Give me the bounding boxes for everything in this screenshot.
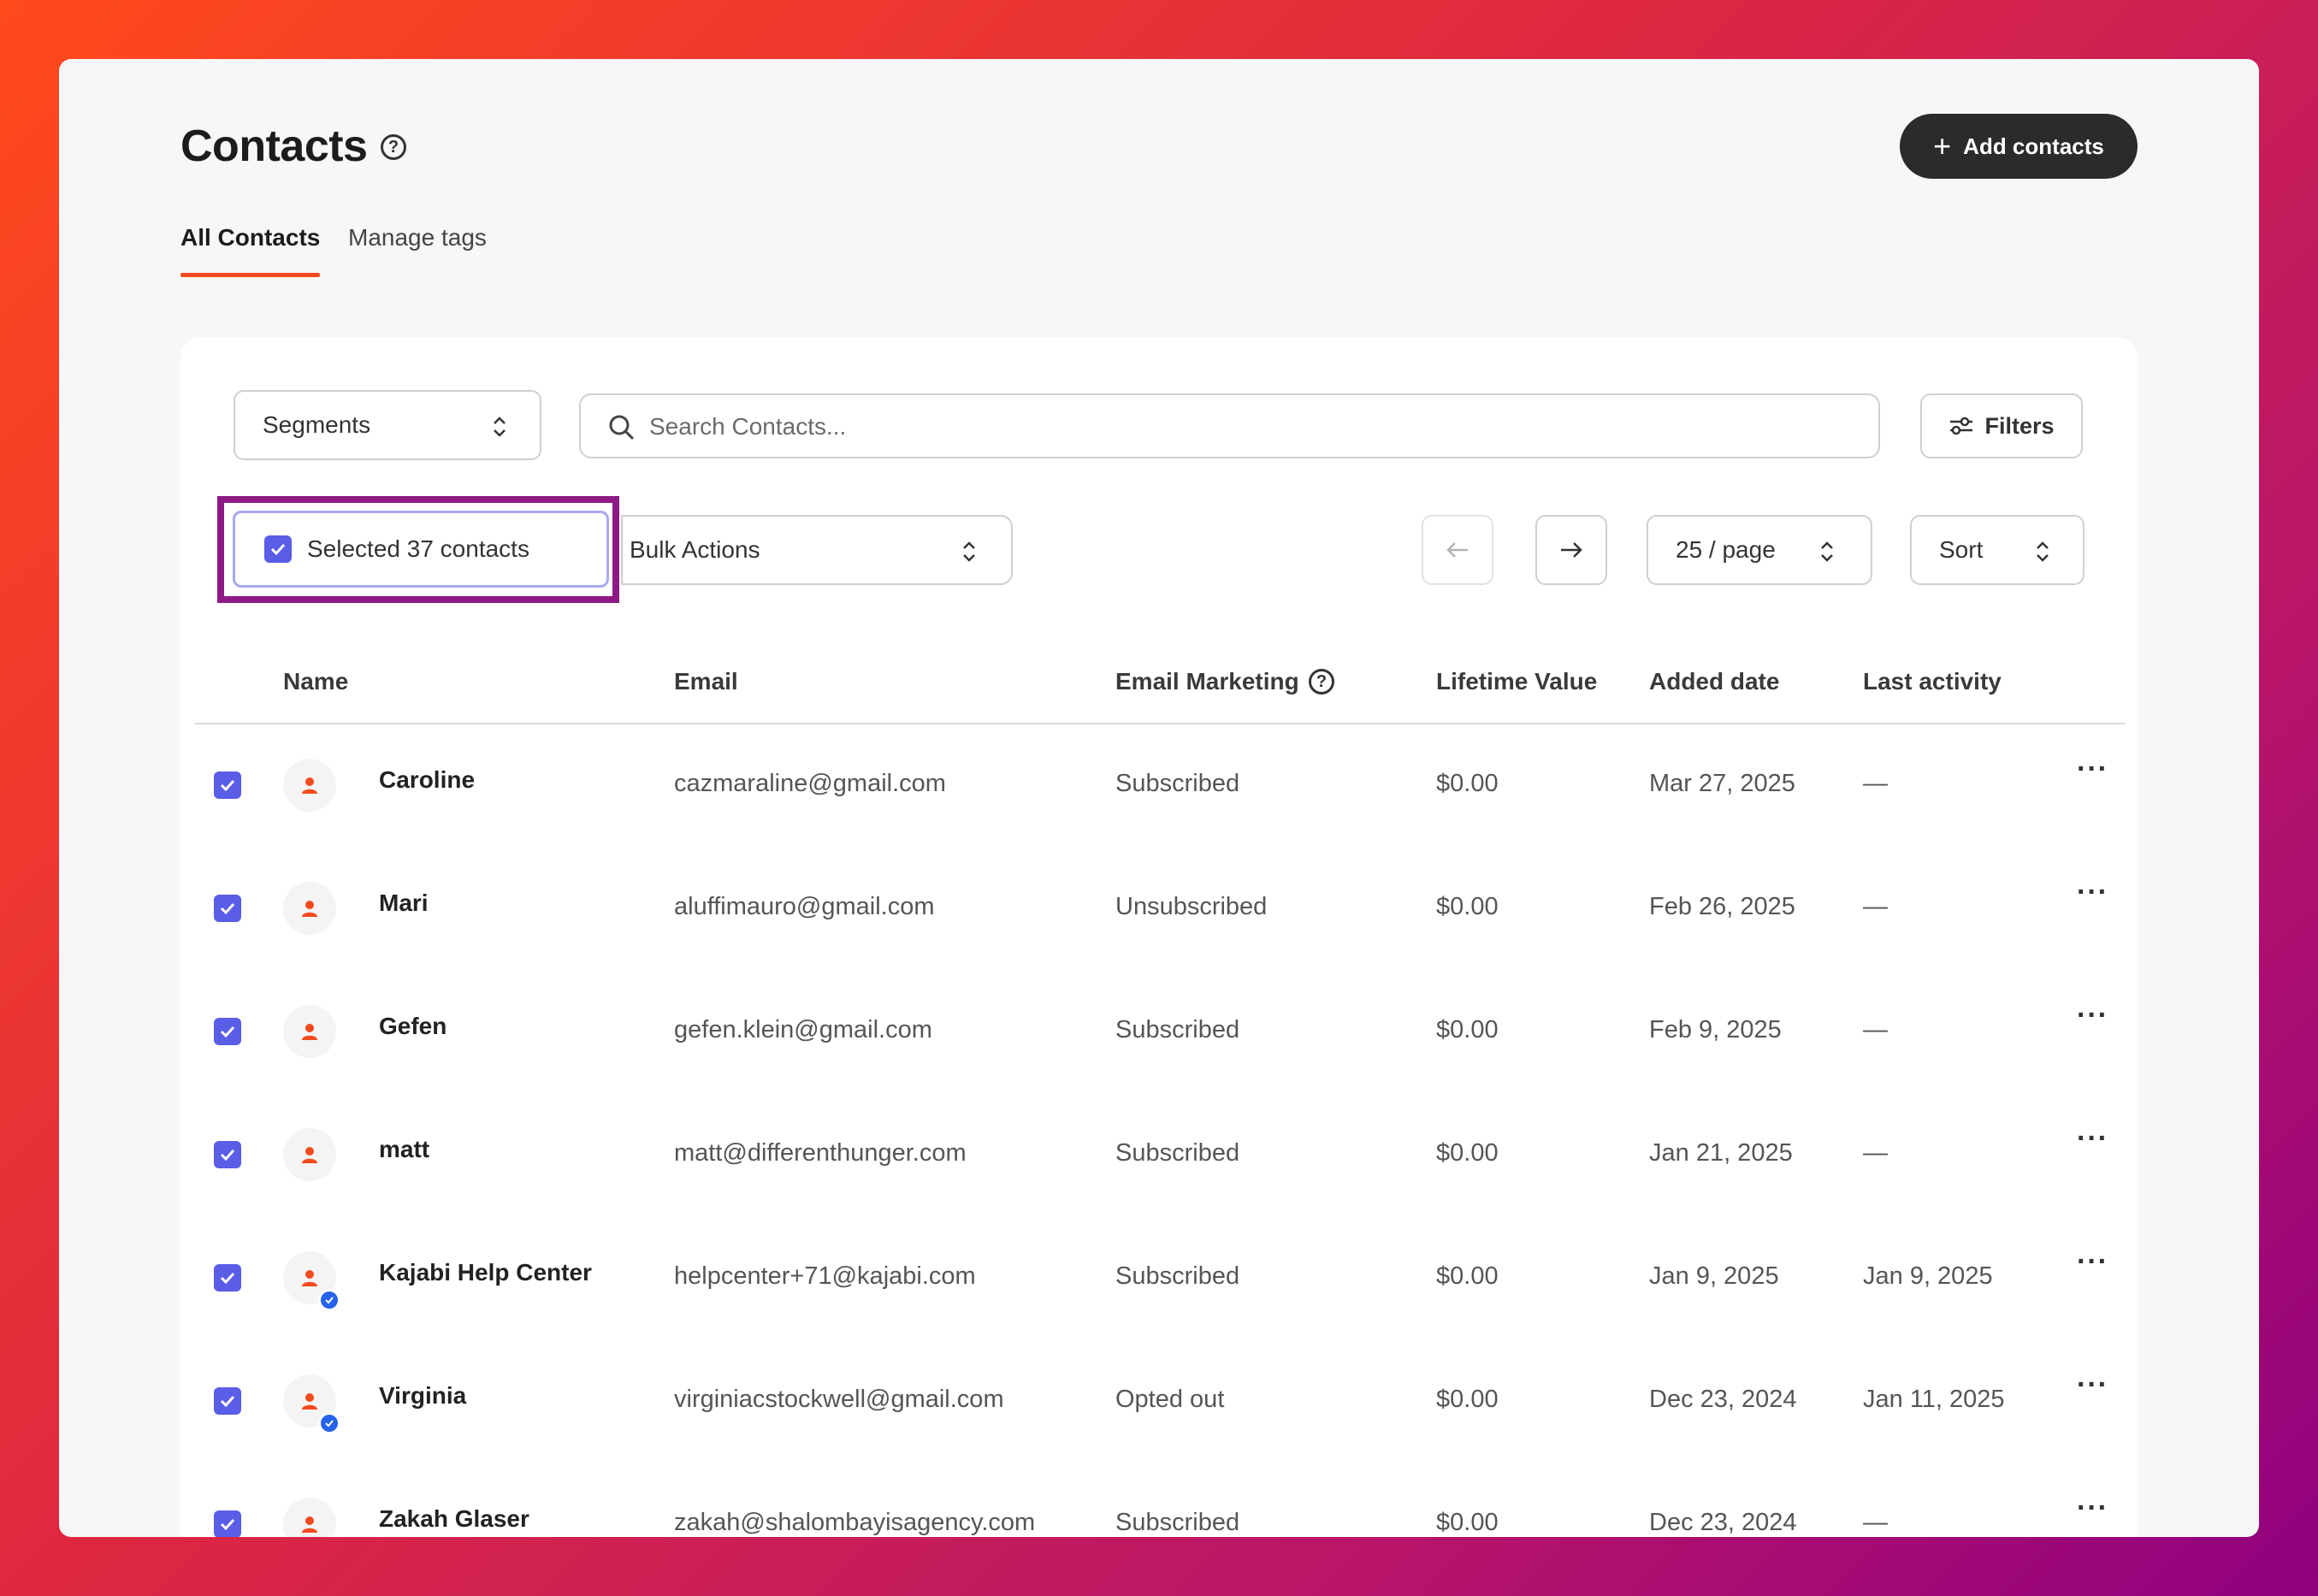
avatar <box>283 759 336 812</box>
contact-lifetime-value: $0.00 <box>1436 1262 1499 1290</box>
contact-marketing-status: Subscribed <box>1115 1139 1240 1167</box>
check-icon <box>220 779 235 792</box>
contact-name[interactable]: Zakah Glaser <box>379 1505 529 1533</box>
contact-name[interactable]: Mari <box>379 890 429 917</box>
contact-name[interactable]: Caroline <box>379 766 475 794</box>
row-checkbox[interactable] <box>214 1264 241 1292</box>
avatar <box>283 1498 336 1537</box>
check-icon <box>220 1518 235 1531</box>
check-icon <box>220 1272 235 1285</box>
avatar <box>283 882 336 935</box>
avatar <box>283 1128 336 1181</box>
contact-added-date: Jan 9, 2025 <box>1649 1262 1779 1290</box>
row-checkbox[interactable] <box>214 1018 241 1045</box>
person-icon <box>302 777 317 794</box>
contact-email: zakah@shalombayisagency.com <box>674 1509 1036 1536</box>
more-options-icon[interactable]: ··· <box>2077 876 2108 909</box>
table-row[interactable]: Zakah Glaser zakah@shalombayisagency.com… <box>59 1492 2259 1537</box>
contact-marketing-status: Subscribed <box>1115 770 1240 797</box>
check-icon <box>220 902 235 915</box>
person-icon <box>302 1024 317 1040</box>
contact-lifetime-value: $0.00 <box>1436 770 1499 797</box>
contact-marketing-status: Subscribed <box>1115 1016 1240 1043</box>
table-row[interactable]: Kajabi Help Center helpcenter+71@kajabi.… <box>59 1245 2259 1368</box>
contact-added-date: Jan 21, 2025 <box>1649 1139 1793 1167</box>
row-checkbox[interactable] <box>214 1387 241 1415</box>
contact-email: helpcenter+71@kajabi.com <box>674 1262 976 1290</box>
check-icon <box>220 1149 235 1162</box>
contact-email: aluffimauro@gmail.com <box>674 893 935 920</box>
person-icon <box>302 1147 317 1163</box>
row-checkbox[interactable] <box>214 771 241 799</box>
contact-email: cazmaraline@gmail.com <box>674 770 946 797</box>
contact-last-activity: — <box>1863 1509 1888 1536</box>
check-icon <box>220 1026 235 1038</box>
contact-lifetime-value: $0.00 <box>1436 1016 1499 1043</box>
verified-badge-icon <box>318 1412 340 1434</box>
contact-last-activity: — <box>1863 770 1888 797</box>
contact-name[interactable]: Gefen <box>379 1013 446 1040</box>
contact-last-activity: Jan 9, 2025 <box>1863 1262 1993 1290</box>
table-row[interactable]: Gefen gefen.klein@gmail.com Subscribed $… <box>59 999 2259 1122</box>
row-checkbox[interactable] <box>214 1141 241 1168</box>
more-options-icon[interactable]: ··· <box>2077 1368 2108 1402</box>
contact-marketing-status: Subscribed <box>1115 1509 1240 1536</box>
contact-name[interactable]: Virginia <box>379 1382 466 1410</box>
more-options-icon[interactable]: ··· <box>2077 753 2108 786</box>
contact-added-date: Dec 23, 2024 <box>1649 1509 1797 1536</box>
verified-badge-icon <box>318 1289 340 1311</box>
more-options-icon[interactable]: ··· <box>2077 1122 2108 1156</box>
contact-added-date: Feb 26, 2025 <box>1649 893 1795 920</box>
person-icon <box>302 1270 317 1286</box>
contact-added-date: Mar 27, 2025 <box>1649 770 1795 797</box>
person-icon <box>302 1393 317 1410</box>
person-icon <box>302 1516 317 1533</box>
contact-email: gefen.klein@gmail.com <box>674 1016 932 1043</box>
contact-lifetime-value: $0.00 <box>1436 1139 1499 1167</box>
contact-lifetime-value: $0.00 <box>1436 893 1499 920</box>
person-icon <box>302 901 317 917</box>
more-options-icon[interactable]: ··· <box>2077 1245 2108 1279</box>
contact-last-activity: — <box>1863 1139 1888 1167</box>
table-row[interactable]: Caroline cazmaraline@gmail.com Subscribe… <box>59 753 2259 876</box>
contact-lifetime-value: $0.00 <box>1436 1386 1499 1413</box>
more-options-icon[interactable]: ··· <box>2077 999 2108 1032</box>
contact-added-date: Feb 9, 2025 <box>1649 1016 1782 1043</box>
contact-lifetime-value: $0.00 <box>1436 1509 1499 1536</box>
contact-email: virginiacstockwell@gmail.com <box>674 1386 1004 1413</box>
contact-marketing-status: Opted out <box>1115 1386 1225 1413</box>
contact-last-activity: Jan 11, 2025 <box>1863 1386 2005 1413</box>
avatar <box>283 1005 336 1058</box>
contact-last-activity: — <box>1863 1016 1888 1043</box>
contacts-table-body: Caroline cazmaraline@gmail.com Subscribe… <box>59 0 2259 1537</box>
more-options-icon[interactable]: ··· <box>2077 1492 2108 1525</box>
contact-last-activity: — <box>1863 893 1888 920</box>
contact-added-date: Dec 23, 2024 <box>1649 1386 1797 1413</box>
table-row[interactable]: Virginia virginiacstockwell@gmail.com Op… <box>59 1368 2259 1492</box>
contact-name[interactable]: matt <box>379 1136 429 1163</box>
row-checkbox[interactable] <box>214 895 241 922</box>
row-checkbox[interactable] <box>214 1510 241 1537</box>
contact-marketing-status: Subscribed <box>1115 1262 1240 1290</box>
table-row[interactable]: Mari aluffimauro@gmail.com Unsubscribed … <box>59 876 2259 999</box>
contact-email: matt@differenthunger.com <box>674 1139 967 1167</box>
check-icon <box>220 1395 235 1408</box>
contact-marketing-status: Unsubscribed <box>1115 893 1268 920</box>
table-row[interactable]: matt matt@differenthunger.com Subscribed… <box>59 1122 2259 1245</box>
contact-name[interactable]: Kajabi Help Center <box>379 1259 592 1286</box>
